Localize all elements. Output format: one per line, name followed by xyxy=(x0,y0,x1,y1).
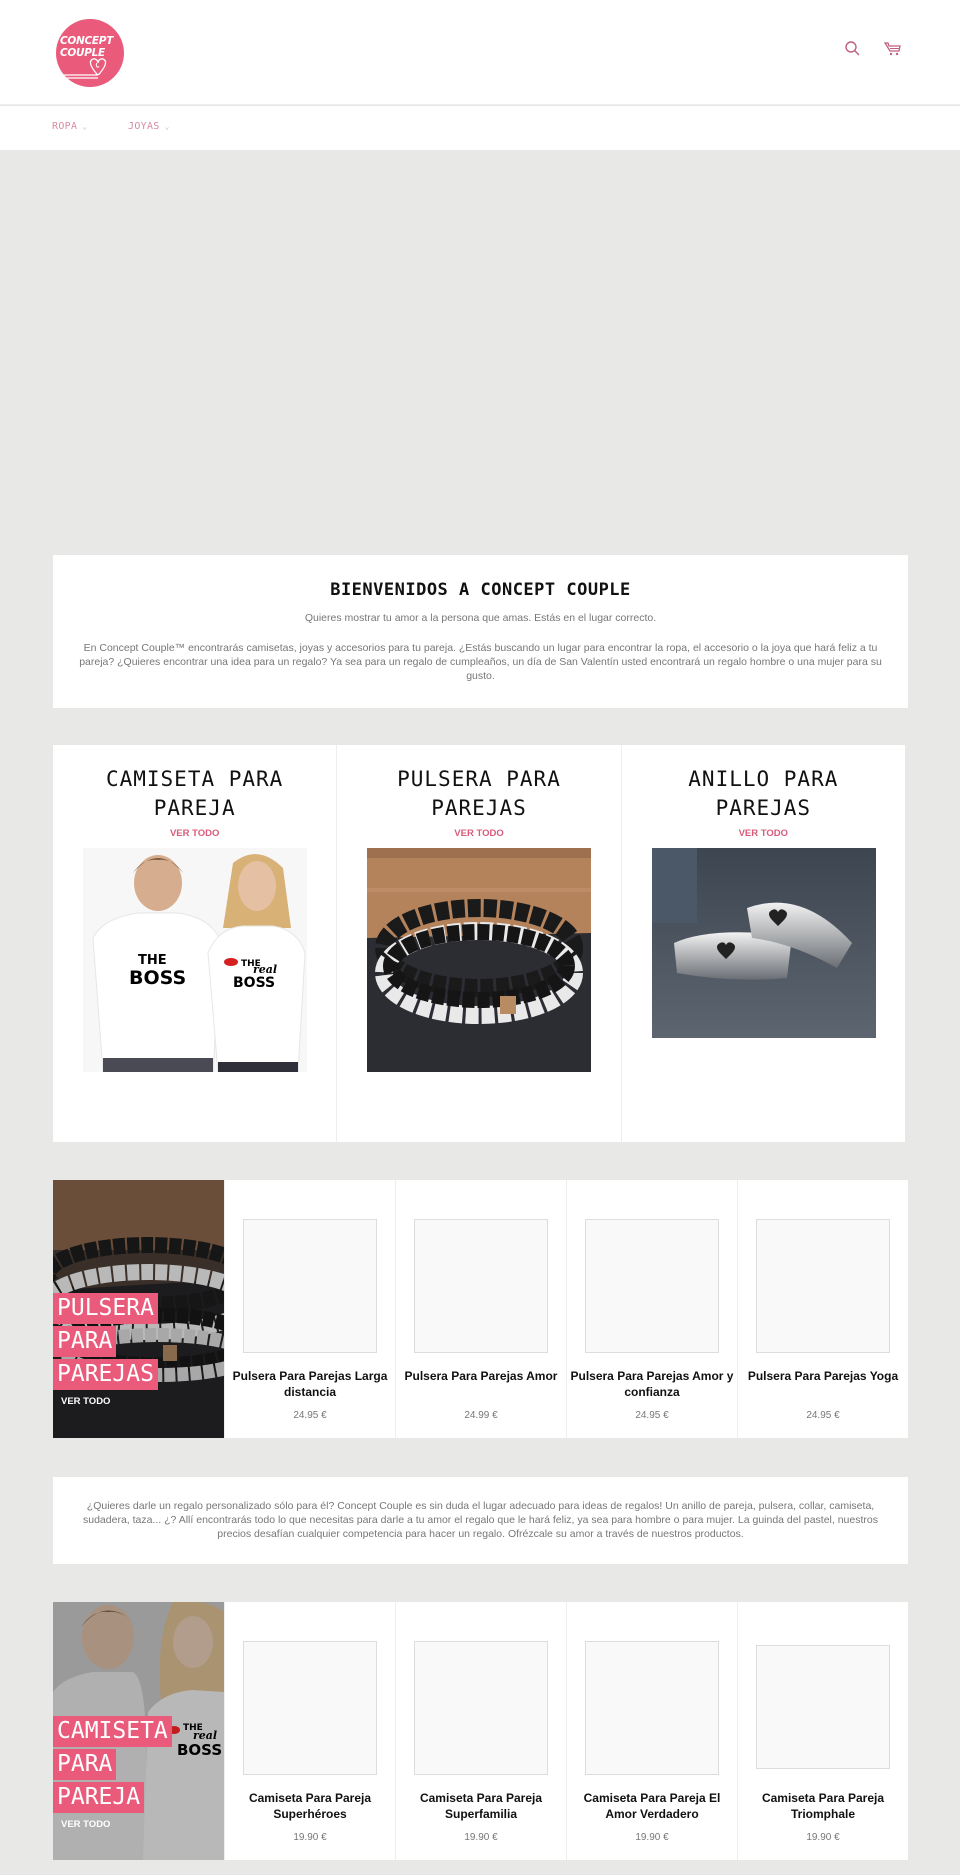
product-price: 19.90 € xyxy=(635,1832,669,1843)
couple-tshirts-photo[interactable]: THE BOSS THE real BOSS xyxy=(83,848,307,1072)
welcome-subtitle: Quieres mostrar tu amor a la persona que… xyxy=(304,612,657,624)
collection-card-anillo[interactable]: ANILLO PARA PAREJAS VER TODO xyxy=(622,745,905,1142)
product-image-placeholder xyxy=(243,1219,377,1353)
nav-item-joyas[interactable]: JOYAS ⌄ xyxy=(128,121,170,132)
banner-title-line: PULSERA xyxy=(53,1293,158,1324)
product-card[interactable]: Pulsera Para Parejas Larga distancia 24.… xyxy=(224,1180,395,1438)
collection-card-camiseta[interactable]: CAMISETA PARA PAREJA VER TODO THE BOSS T… xyxy=(53,745,338,1142)
banner-title-line: PAREJAS xyxy=(53,1359,158,1390)
product-name: Pulsera Para Parejas Amor y confianza xyxy=(570,1369,734,1399)
product-card[interactable]: Pulsera Para Parejas Yoga 24.95 € xyxy=(737,1180,908,1438)
nav-item-ropa[interactable]: ROPA ⌄ xyxy=(52,121,87,132)
heart-logo-icon xyxy=(60,58,107,79)
product-image-placeholder xyxy=(756,1645,890,1769)
product-name: Camiseta Para Pareja Triomphale xyxy=(761,1791,885,1821)
tshirt-print-left-2: BOSS xyxy=(129,967,186,989)
site-header: CONCEPT COUPLE xyxy=(0,0,960,105)
tshirt-print-right-3: BOSS xyxy=(233,975,275,991)
banner-title-line: PARA xyxy=(53,1326,117,1357)
banner-title-line: PAREJA xyxy=(53,1782,145,1813)
main-nav: ROPA ⌄ JOYAS ⌄ xyxy=(0,106,960,150)
collection-title: ANILLO PARA PAREJAS xyxy=(688,767,839,820)
welcome-body: En Concept Couple™ encontrarás camisetas… xyxy=(79,642,882,682)
header-actions xyxy=(844,40,902,58)
tshirt-collection-banner[interactable]: THE real BOSS CAMISETA PARA PAREJA VER T… xyxy=(53,1602,224,1860)
product-image-placeholder xyxy=(585,1641,719,1775)
tshirt-print-left-1: THE xyxy=(138,953,167,968)
banner-title-line: PARA xyxy=(53,1749,117,1780)
gift-text-section: ¿Quieres darle un regalo personalizado s… xyxy=(53,1477,908,1564)
cart-icon[interactable] xyxy=(883,40,902,58)
bracelet-collection-banner[interactable]: PULSERA PARA PAREJAS VER TODO xyxy=(53,1180,224,1438)
ver-todo-link[interactable]: VER TODO xyxy=(61,1819,110,1830)
product-card[interactable]: Camiseta Para Pareja Triomphale 19.90 € xyxy=(737,1602,908,1860)
product-name: Pulsera Para Parejas Amor xyxy=(404,1369,558,1383)
product-card[interactable]: Camiseta Para Pareja Superhéroes 19.90 € xyxy=(224,1602,395,1860)
gift-text: ¿Quieres darle un regalo personalizado s… xyxy=(83,1500,878,1540)
product-image-placeholder xyxy=(414,1641,548,1775)
tshirt-product-row: THE real BOSS CAMISETA PARA PAREJA VER T… xyxy=(53,1602,908,1860)
product-price: 24.95 € xyxy=(293,1410,327,1421)
product-card[interactable]: Camiseta Para Pareja El Amor Verdadero 1… xyxy=(566,1602,737,1860)
ver-todo-link[interactable]: VER TODO xyxy=(739,828,788,839)
product-name: Camiseta Para Pareja Superhéroes xyxy=(248,1791,372,1821)
product-card[interactable]: Pulsera Para Parejas Amor 24.99 € xyxy=(395,1180,566,1438)
heart-rings-photo[interactable] xyxy=(651,848,876,1038)
logo-text-line1: CONCEPT xyxy=(60,35,114,47)
product-price: 24.99 € xyxy=(464,1410,498,1421)
product-image-placeholder xyxy=(243,1641,377,1775)
search-icon[interactable] xyxy=(844,40,862,58)
product-price: 19.90 € xyxy=(806,1832,840,1843)
product-name: Camiseta Para Pareja Superfamilia xyxy=(419,1791,543,1821)
chevron-down-icon: ⌄ xyxy=(82,122,88,131)
product-price: 24.95 € xyxy=(635,1410,669,1421)
product-image-placeholder xyxy=(414,1219,548,1353)
product-price: 24.95 € xyxy=(806,1410,840,1421)
welcome-title: BIENVENIDOS A CONCEPT COUPLE xyxy=(330,580,631,600)
banner-title-line: CAMISETA xyxy=(53,1716,172,1747)
product-name: Camiseta Para Pareja El Amor Verdadero xyxy=(583,1791,721,1821)
ver-todo-link[interactable]: VER TODO xyxy=(454,828,503,839)
ver-todo-link[interactable]: VER TODO xyxy=(61,1396,110,1407)
collection-title: PULSERA PARA PAREJAS xyxy=(397,767,561,820)
product-price: 19.90 € xyxy=(464,1832,498,1843)
bead-bracelets-photo[interactable] xyxy=(367,848,592,1072)
product-price: 19.90 € xyxy=(293,1832,327,1843)
banner-print-3: BOSS xyxy=(177,1741,222,1759)
nav-label: ROPA xyxy=(52,121,78,132)
nav-label: JOYAS xyxy=(128,121,160,132)
product-name: Pulsera Para Parejas Yoga xyxy=(747,1369,899,1383)
ver-todo-link[interactable]: VER TODO xyxy=(170,828,219,839)
product-card[interactable]: Camiseta Para Pareja Superfamilia 19.90 … xyxy=(395,1602,566,1860)
product-image-placeholder xyxy=(585,1219,719,1353)
product-image-placeholder xyxy=(756,1219,890,1353)
bracelet-product-row: PULSERA PARA PAREJAS VER TODO Pulsera Pa… xyxy=(53,1180,908,1438)
collection-title: CAMISETA PARA PAREJA xyxy=(105,767,284,820)
collection-grid: CAMISETA PARA PAREJA VER TODO THE BOSS T… xyxy=(53,745,905,1142)
product-card[interactable]: Pulsera Para Parejas Amor y confianza 24… xyxy=(566,1180,737,1438)
chevron-down-icon: ⌄ xyxy=(164,122,170,131)
logo[interactable]: CONCEPT COUPLE xyxy=(56,19,124,87)
welcome-section: BIENVENIDOS A CONCEPT COUPLE Quieres mos… xyxy=(53,555,908,708)
collection-card-pulsera[interactable]: PULSERA PARA PAREJAS VER TODO xyxy=(337,745,622,1142)
product-name: Pulsera Para Parejas Larga distancia xyxy=(232,1369,388,1399)
